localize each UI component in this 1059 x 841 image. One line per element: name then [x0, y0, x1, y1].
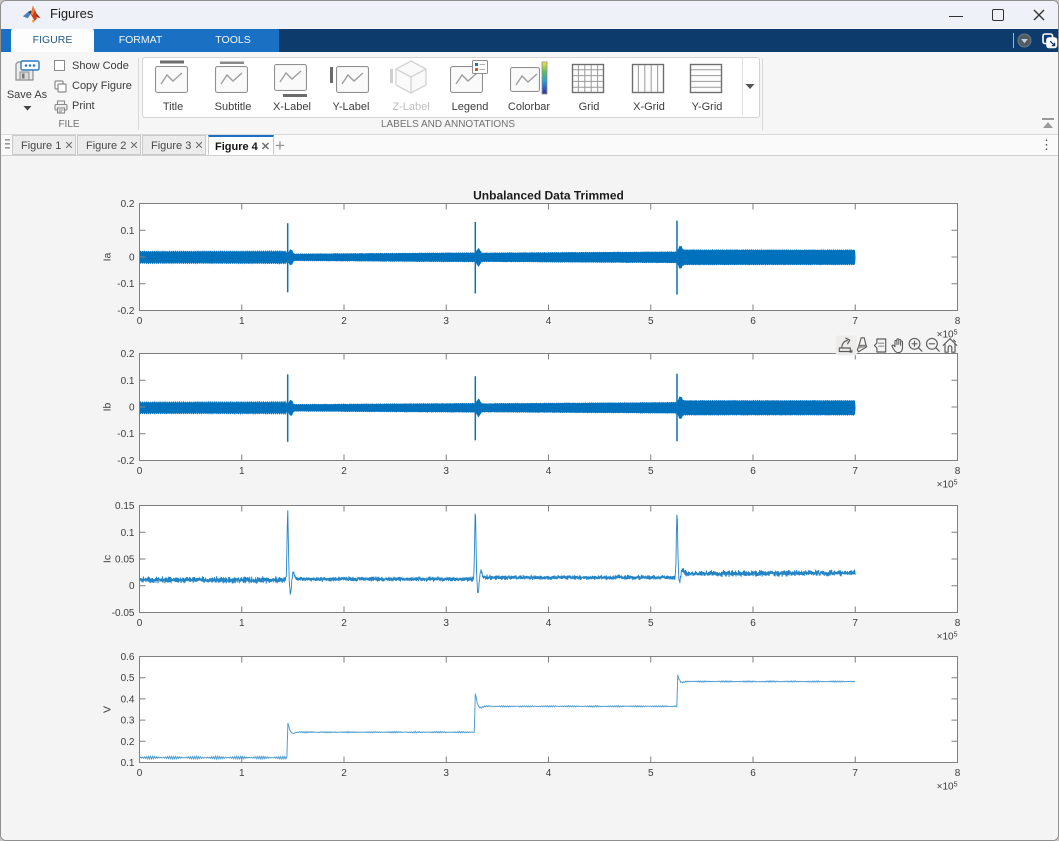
svg-text:0.6: 0.6	[121, 652, 135, 663]
svg-text:-0.2: -0.2	[117, 306, 135, 317]
svg-text:Ib: Ib	[102, 402, 114, 411]
svg-text:8: 8	[955, 316, 961, 327]
svg-text:2: 2	[341, 768, 347, 779]
svg-text:4: 4	[546, 316, 552, 327]
svg-text:3: 3	[443, 316, 449, 327]
svg-text:8: 8	[955, 618, 961, 629]
svg-text:×105: ×105	[937, 480, 958, 491]
svg-text:4: 4	[546, 768, 552, 779]
svg-text:0: 0	[137, 618, 143, 629]
svg-text:0.2: 0.2	[121, 199, 135, 210]
svg-text:0: 0	[129, 403, 135, 414]
svg-text:3: 3	[443, 466, 449, 477]
svg-text:-0.05: -0.05	[112, 608, 135, 619]
svg-text:0: 0	[137, 466, 143, 477]
svg-text:5: 5	[648, 316, 654, 327]
svg-text:V: V	[102, 706, 114, 713]
svg-text:5: 5	[648, 466, 654, 477]
svg-text:1: 1	[239, 768, 245, 779]
svg-text:1: 1	[239, 316, 245, 327]
svg-text:6: 6	[750, 466, 756, 477]
svg-text:0.3: 0.3	[121, 716, 135, 727]
svg-text:7: 7	[852, 618, 858, 629]
svg-text:×105: ×105	[937, 782, 958, 793]
svg-text:Ic: Ic	[102, 555, 114, 563]
svg-text:-0.1: -0.1	[117, 279, 135, 290]
svg-text:0.1: 0.1	[121, 528, 135, 539]
svg-text:4: 4	[546, 466, 552, 477]
svg-text:0: 0	[129, 253, 135, 264]
svg-text:Unbalanced Data Trimmed: Unbalanced Data Trimmed	[473, 189, 624, 203]
svg-text:0.5: 0.5	[121, 673, 135, 684]
svg-text:5: 5	[648, 618, 654, 629]
svg-text:0.1: 0.1	[121, 376, 135, 387]
svg-text:2: 2	[341, 466, 347, 477]
svg-text:6: 6	[750, 768, 756, 779]
svg-text:0.1: 0.1	[121, 758, 135, 769]
svg-text:×105: ×105	[937, 632, 958, 643]
svg-text:0.2: 0.2	[121, 737, 135, 748]
svg-text:5: 5	[648, 768, 654, 779]
svg-text:0.1: 0.1	[121, 226, 135, 237]
svg-text:7: 7	[852, 316, 858, 327]
svg-text:6: 6	[750, 618, 756, 629]
svg-text:1: 1	[239, 466, 245, 477]
svg-text:-0.2: -0.2	[117, 456, 135, 467]
svg-text:0.05: 0.05	[115, 555, 135, 566]
svg-text:0.4: 0.4	[121, 694, 135, 705]
svg-text:1: 1	[239, 618, 245, 629]
svg-text:0.15: 0.15	[115, 501, 135, 512]
svg-text:8: 8	[955, 768, 961, 779]
svg-text:2: 2	[341, 618, 347, 629]
svg-text:0: 0	[137, 316, 143, 327]
svg-text:0.2: 0.2	[121, 349, 135, 360]
svg-text:0: 0	[137, 768, 143, 779]
svg-text:Ia: Ia	[102, 252, 114, 261]
svg-text:3: 3	[443, 618, 449, 629]
svg-text:×105: ×105	[937, 330, 958, 341]
svg-text:7: 7	[852, 768, 858, 779]
svg-text:6: 6	[750, 316, 756, 327]
svg-text:2: 2	[341, 316, 347, 327]
svg-text:3: 3	[443, 768, 449, 779]
svg-text:0: 0	[129, 581, 135, 592]
svg-text:4: 4	[546, 618, 552, 629]
svg-text:7: 7	[852, 466, 858, 477]
svg-text:-0.1: -0.1	[117, 429, 135, 440]
svg-text:8: 8	[955, 466, 961, 477]
